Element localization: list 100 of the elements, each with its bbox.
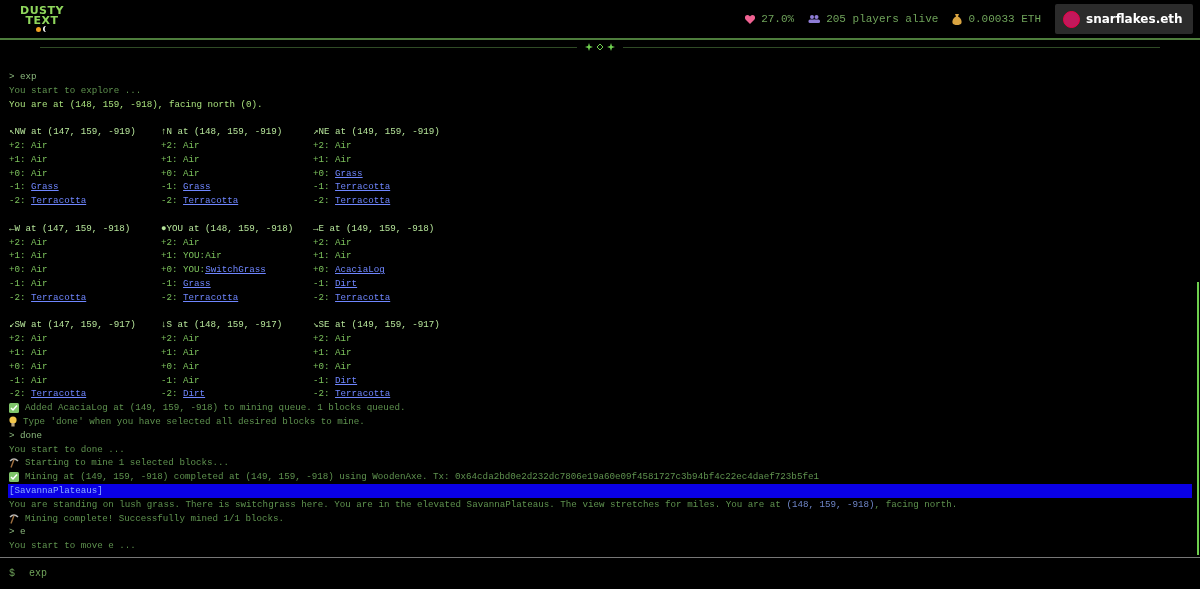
block-name: Air xyxy=(335,235,352,250)
money-bag-icon xyxy=(952,13,963,25)
block-name: Air xyxy=(183,373,200,388)
height-label: -1: xyxy=(313,277,331,291)
direction-heading: ↓S at (148, 159, -917) xyxy=(161,318,284,333)
block-link[interactable]: Terracotta xyxy=(335,180,391,195)
block-name: Air xyxy=(335,359,352,374)
height-label: -1: xyxy=(313,373,331,388)
height-label: -1: xyxy=(161,180,179,195)
block-link[interactable]: Grass xyxy=(31,180,59,195)
location-banner: [SavannaPlateaus] xyxy=(8,484,1192,498)
logo-text: TEXT xyxy=(25,16,59,26)
block-link[interactable]: Terracotta xyxy=(31,387,87,402)
block-name: Air xyxy=(335,139,352,153)
height-label: +1: xyxy=(9,249,27,264)
height-label: +0: xyxy=(313,166,331,181)
block-name: Air xyxy=(335,152,352,167)
log-line: Starting to mine 1 selected blocks... xyxy=(25,456,229,471)
block-link[interactable]: Dirt xyxy=(183,387,206,402)
height-label: -1: xyxy=(9,373,27,388)
direction-heading: ↗NE at (149, 159, -919) xyxy=(313,125,441,140)
scrollbar[interactable] xyxy=(1197,282,1199,555)
block-name: Air xyxy=(335,346,352,360)
height-label: -2: xyxy=(9,290,27,305)
you-label: YOU: xyxy=(183,263,206,278)
height-label: -1: xyxy=(9,180,27,195)
height-label: +2: xyxy=(161,235,179,250)
block-name: Air xyxy=(31,166,48,181)
block-link[interactable]: SwitchGrass xyxy=(205,263,266,278)
account-button[interactable]: snarflakes.eth xyxy=(1055,4,1193,34)
height-label: +0: xyxy=(9,359,27,374)
log-line: Type 'done' when you have selected all desired blocks to mine. xyxy=(23,415,365,429)
block-name: Air xyxy=(183,332,200,347)
height-label: +2: xyxy=(9,139,27,153)
pickaxe-icon xyxy=(9,513,19,524)
height-label: -2: xyxy=(9,194,27,209)
log-line: You are standing on lush grass. There is switchgrass here. You are in the elevated SavannaPlateaus. The view stretches for miles. You are at (148, 159, -918), facing north. xyxy=(9,497,959,512)
ornament-icon xyxy=(585,43,615,51)
block-name: Air xyxy=(183,359,200,374)
height-label: -2: xyxy=(313,194,331,209)
block-link[interactable]: Grass xyxy=(183,180,211,195)
pickaxe-icon xyxy=(9,458,19,469)
height-label: +0: xyxy=(9,166,27,181)
you-label: YOU: xyxy=(183,249,206,264)
height-label: +1: xyxy=(161,152,179,167)
block-name: Air xyxy=(31,359,48,374)
height-label: -2: xyxy=(9,387,27,402)
block-link[interactable]: Terracotta xyxy=(183,194,239,209)
block-link[interactable]: Grass xyxy=(335,166,363,181)
stat-text: 0.00033 ETH xyxy=(968,13,1041,25)
block-name: Air xyxy=(31,263,48,278)
direction-heading: ↙SW at (147, 159, -917) xyxy=(9,318,137,333)
block-name: Air xyxy=(183,139,200,153)
log-line: You start to explore ... xyxy=(9,83,143,98)
height-label: +1: xyxy=(313,152,331,167)
height-label: +2: xyxy=(313,332,331,347)
height-label: +2: xyxy=(161,139,179,153)
block-name: Air xyxy=(205,249,222,264)
stat-text: 27.0% xyxy=(761,13,795,25)
block-name: Air xyxy=(183,166,200,181)
log-line: Mining complete! Successfully mined 1/1 blocks. xyxy=(25,511,285,526)
height-label: +1: xyxy=(161,249,179,264)
height-label: -2: xyxy=(161,290,179,305)
block-link[interactable]: Terracotta xyxy=(183,290,239,305)
block-link[interactable]: Terracotta xyxy=(335,194,391,209)
block-link[interactable]: AcaciaLog xyxy=(335,263,385,278)
block-name: Air xyxy=(31,332,48,347)
height-label: -1: xyxy=(9,277,27,291)
height-label: +0: xyxy=(9,263,27,278)
block-link[interactable]: Terracotta xyxy=(335,387,391,402)
block-name: Air xyxy=(31,277,48,291)
block-link[interactable]: Dirt xyxy=(335,373,358,388)
height-label: +1: xyxy=(9,346,27,360)
height-label: -2: xyxy=(161,194,179,209)
log-line: You start to done ... xyxy=(9,442,126,457)
prompt-symbol: $ xyxy=(9,568,15,579)
command-input[interactable]: exp xyxy=(29,568,329,579)
sun-icon xyxy=(36,26,42,32)
block-link[interactable]: Terracotta xyxy=(335,290,391,305)
moon-icon xyxy=(43,26,48,32)
command-line: > exp xyxy=(9,70,38,84)
height-label: +2: xyxy=(161,332,179,347)
height-label: +2: xyxy=(9,235,27,250)
height-label: +0: xyxy=(161,263,179,278)
block-link[interactable]: Terracotta xyxy=(31,290,87,305)
logo-text: DUSTY xyxy=(20,6,64,16)
height-label: -2: xyxy=(313,290,331,305)
height-label: +2: xyxy=(9,332,27,347)
height-label: +2: xyxy=(313,235,331,250)
command-line: > done xyxy=(9,428,44,443)
people-icon xyxy=(808,15,821,23)
height-label: -1: xyxy=(161,373,179,388)
block-link[interactable]: Grass xyxy=(183,277,211,291)
block-link[interactable]: Terracotta xyxy=(31,194,87,209)
log-line: You are at (148, 159, -918), facing north (0). xyxy=(9,97,264,112)
height-label: +2: xyxy=(313,139,331,153)
block-name: Air xyxy=(183,235,200,250)
block-link[interactable]: Dirt xyxy=(335,277,358,291)
block-name: Air xyxy=(183,346,200,360)
block-name: Air xyxy=(31,152,48,167)
